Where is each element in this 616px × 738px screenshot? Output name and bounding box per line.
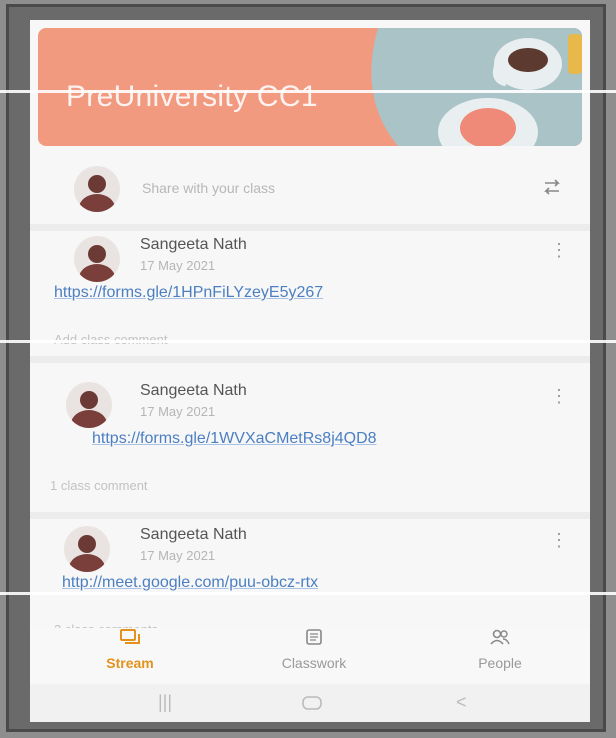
post-date: 17 May 2021 [140,404,216,419]
share-placeholder: Share with your class [142,180,276,196]
repost-icon[interactable] [542,176,562,198]
author-avatar [64,526,110,572]
more-vert-icon[interactable]: ⋮ [550,386,568,407]
bottom-navigation: Stream Classwork People [30,628,590,682]
class-comment-link[interactable]: 1 class comment [50,478,148,493]
home-icon[interactable] [302,694,322,715]
post-author: Sangeeta Nath [140,236,247,253]
post-author: Sangeeta Nath [140,526,247,543]
tab-classwork-label: Classwork [281,655,347,671]
scan-line [0,340,616,343]
post-author: Sangeeta Nath [140,382,247,399]
tab-classwork[interactable]: Classwork [244,628,384,671]
classwork-icon [306,629,322,645]
stream-post[interactable]: Sangeeta Nath 17 May 2021 ⋮ https://form… [40,236,580,354]
scan-line [0,592,616,595]
stream-post[interactable]: Sangeeta Nath 17 May 2021 ⋮ http://meet.… [40,526,580,644]
divider [30,512,590,519]
tab-stream[interactable]: Stream [60,628,200,671]
author-avatar [74,236,120,282]
divider [30,224,590,231]
system-navigation-bar: ||| < [30,684,590,722]
avatar [74,166,120,212]
stream-icon [120,629,140,644]
tab-stream-label: Stream [106,655,154,671]
class-banner[interactable]: PreUniversity CC1 [38,28,582,146]
stream-post[interactable]: Sangeeta Nath 17 May 2021 ⋮ https://form… [40,382,580,500]
more-vert-icon[interactable]: ⋮ [550,240,568,261]
divider [30,356,590,363]
post-date: 17 May 2021 [140,548,216,563]
classroom-screen: PreUniversity CC1 Share with your class [30,20,590,722]
people-icon [490,629,510,645]
author-avatar [66,382,112,428]
tab-people[interactable]: People [430,628,570,671]
share-box[interactable]: Share with your class [40,160,580,220]
recent-apps-icon[interactable]: ||| [158,692,172,713]
tab-people-label: People [478,655,522,671]
post-link[interactable]: http://meet.google.com/puu-obcz-rtx [62,574,318,592]
more-vert-icon[interactable]: ⋮ [550,530,568,551]
post-link[interactable]: https://forms.gle/1HPnFiLYzeyE5y267 [54,284,323,302]
back-icon[interactable]: < [456,692,467,713]
post-link[interactable]: https://forms.gle/1WVXaCMetRs8j4QD8 [92,430,377,448]
post-date: 17 May 2021 [140,258,216,273]
tea-cups-illustration [371,28,582,146]
scan-line [0,90,616,93]
class-title: PreUniversity CC1 [66,80,318,113]
